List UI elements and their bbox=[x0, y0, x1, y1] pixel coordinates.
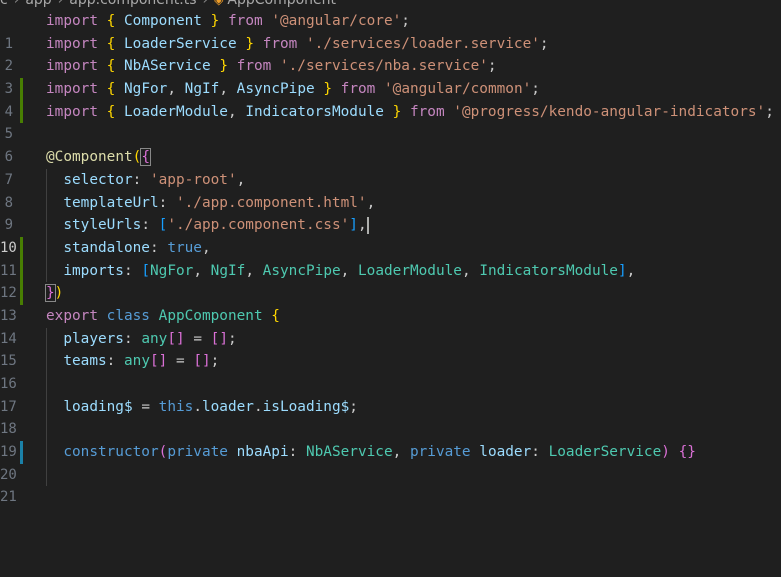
git-added-indicator[interactable] bbox=[20, 100, 23, 124]
breadcrumb: c › app › app.component.ts › ◈ AppComponent bbox=[0, 0, 781, 9]
breadcrumb-file[interactable]: app.component.ts bbox=[69, 0, 196, 9]
code-line[interactable]: 9 templateUrl: './app.component.html', bbox=[0, 191, 781, 233]
code-line[interactable]: 15 players: any[] = []; bbox=[0, 327, 781, 369]
breadcrumb-folder[interactable]: app bbox=[25, 0, 51, 9]
code-line[interactable]: 11 standalone: true, bbox=[0, 236, 781, 279]
code-line[interactable]: 20 constructor(private nbaApi: NbAServic… bbox=[0, 441, 781, 483]
git-modified-indicator[interactable] bbox=[20, 441, 23, 464]
code-line[interactable]: 2 import { LoaderService } from './servi… bbox=[0, 33, 781, 75]
code-line[interactable]: 1 import { Component } from '@angular/co… bbox=[0, 10, 781, 52]
code-line[interactable]: 16 teams: any[] = []; bbox=[0, 350, 781, 392]
code-line[interactable]: 12 imports: [NgFor, NgIf, AsyncPipe, Loa… bbox=[0, 259, 781, 301]
code-line[interactable]: 14 export class AppComponent { bbox=[0, 305, 781, 347]
code-line[interactable]: 6 bbox=[0, 123, 781, 165]
code-line-current[interactable]: 10 styleUrls: ['./app.component.css'], bbox=[0, 214, 781, 256]
indent-guide bbox=[46, 463, 47, 487]
line-number: 21 bbox=[0, 489, 17, 506]
chevron-right-icon: › bbox=[13, 0, 20, 8]
indent-guide bbox=[46, 373, 47, 396]
breadcrumb-root[interactable]: c bbox=[0, 0, 8, 9]
git-added-indicator[interactable] bbox=[20, 282, 23, 305]
code-line[interactable]: 4 import { NgFor, NgIf, AsyncPipe } from… bbox=[0, 78, 781, 120]
indent-guide bbox=[46, 418, 47, 442]
text-cursor bbox=[366, 216, 369, 234]
code-line[interactable]: 19 bbox=[0, 418, 781, 460]
class-symbol-icon: ◈ bbox=[214, 0, 224, 7]
code-line[interactable]: 3 import { NbAService } from './services… bbox=[0, 55, 781, 97]
code-line[interactable]: 21 bbox=[0, 463, 781, 505]
code-line[interactable]: 7 @Component({ bbox=[0, 146, 781, 188]
code-line[interactable]: 13 }) bbox=[0, 282, 781, 324]
code-line[interactable]: 8 selector: 'app-root', bbox=[0, 168, 781, 211]
code-line[interactable]: 17 bbox=[0, 373, 781, 415]
git-added-indicator[interactable] bbox=[20, 236, 23, 260]
code-line[interactable]: 18 loading$ = this.loader.isLoading$; bbox=[0, 395, 781, 437]
chevron-right-icon: › bbox=[57, 0, 64, 8]
git-added-indicator[interactable] bbox=[20, 259, 23, 283]
chevron-right-icon: › bbox=[202, 0, 209, 8]
breadcrumb-symbol[interactable]: AppComponent bbox=[227, 0, 336, 9]
code-line[interactable]: 5 import { LoaderModule, IndicatorsModul… bbox=[0, 100, 781, 142]
code-editor[interactable]: 1 import { Component } from '@angular/co… bbox=[0, 10, 781, 505]
git-added-indicator[interactable] bbox=[20, 78, 23, 101]
